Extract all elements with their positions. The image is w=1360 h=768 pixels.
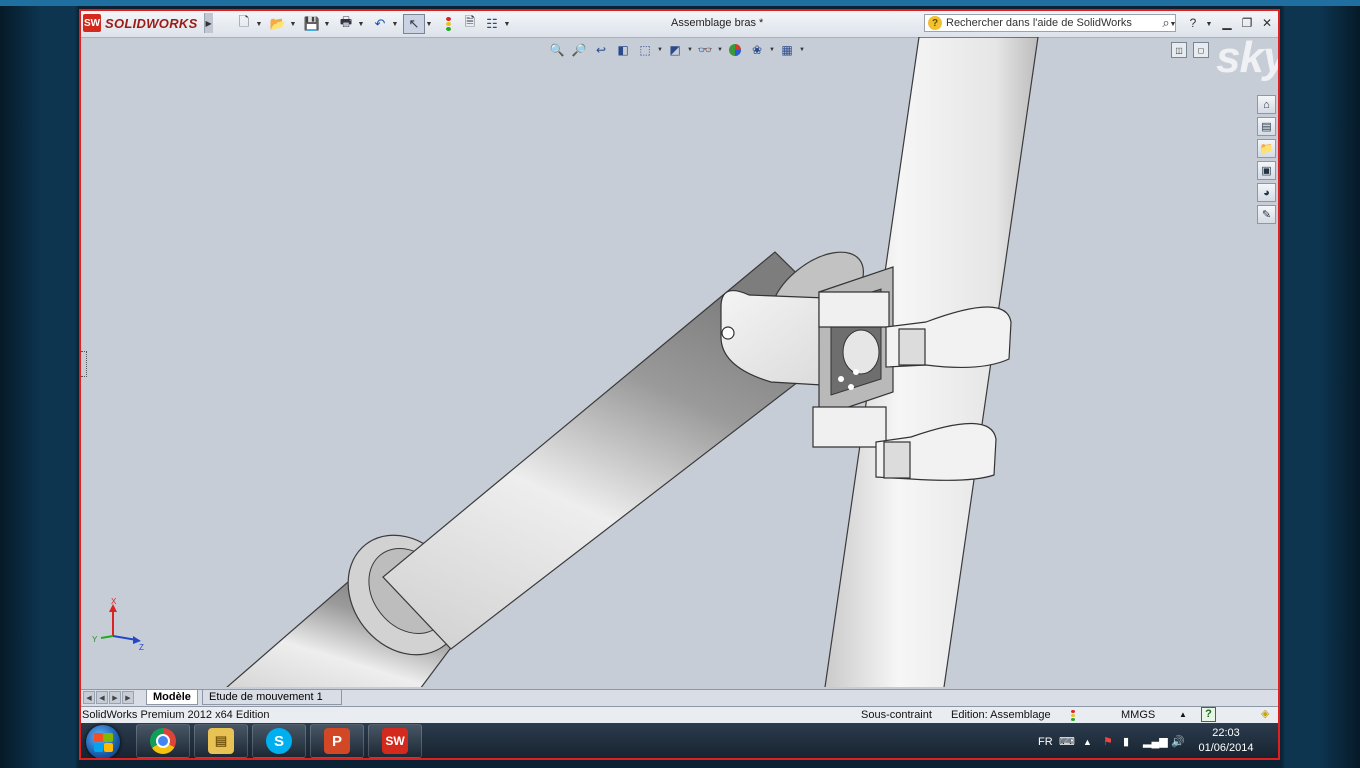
action-center-icon[interactable]: ⚑	[1103, 723, 1113, 758]
open-folder-icon[interactable]: 📂	[267, 14, 289, 34]
keyboard-icon[interactable]: ⌨	[1059, 723, 1075, 758]
solidworks-taskbar-icon: SW	[382, 728, 408, 754]
windows-start-button[interactable]	[86, 725, 120, 758]
network-signal-icon[interactable]: ▂▄▆	[1143, 723, 1168, 758]
close-icon[interactable]: ✕	[1258, 14, 1276, 32]
rebuild-status-icon[interactable]	[1068, 708, 1078, 722]
menu-expand-arrow[interactable]: ▶	[203, 13, 213, 33]
tab-next-icon[interactable]: ▶	[109, 691, 121, 704]
triad-x-label: X	[111, 597, 117, 606]
new-document-icon[interactable]: 🗋	[233, 14, 255, 34]
taskbar-chrome[interactable]	[136, 724, 190, 758]
triad-z-label: Z	[139, 643, 144, 652]
skype-watermark: skypeTM	[1216, 33, 1278, 83]
print-icon[interactable]: 🖶	[335, 14, 357, 34]
product-version: SolidWorks Premium 2012 x64 Edition	[82, 709, 270, 721]
select-dropdown-arrow[interactable]: ▼	[425, 14, 433, 34]
windows-taskbar: ▤ S P SW FR ⌨ ▲ ⚑ ▮ ▂▄▆ 🔊 22:03 01/06/20…	[81, 723, 1278, 758]
tab-motion-study[interactable]: Etude de mouvement 1	[202, 690, 342, 705]
tab-first-icon[interactable]: ◀	[83, 691, 95, 704]
custom-properties-icon[interactable]: ✎	[1257, 205, 1276, 224]
language-indicator[interactable]: FR	[1038, 723, 1053, 758]
taskbar-powerpoint[interactable]: P	[310, 724, 364, 758]
status-bar: SolidWorks Premium 2012 x64 Edition Sous…	[81, 707, 1278, 723]
file-properties-icon[interactable]: 🗎	[459, 14, 481, 34]
solidworks-logo-icon: SW	[83, 14, 101, 32]
search-dropdown-arrow[interactable]: ▼	[1169, 14, 1177, 34]
home-icon[interactable]: ⌂	[1257, 95, 1276, 114]
clock-date: 01/06/2014	[1198, 742, 1254, 754]
taskbar-solidworks[interactable]: SW	[368, 724, 422, 758]
view-palette-icon[interactable]: ▣	[1257, 161, 1276, 180]
skype-icon: S	[266, 728, 292, 754]
constraint-status: Sous-contraint	[861, 709, 932, 721]
search-input[interactable]: Rechercher dans l'aide de SolidWorks	[946, 17, 1157, 29]
show-hidden-icons[interactable]: ▲	[1083, 723, 1092, 758]
file-explorer-icon[interactable]: 📁	[1257, 139, 1276, 158]
clock-time: 22:03	[1212, 727, 1240, 739]
bracket-block[interactable]	[812, 266, 894, 448]
editing-mode: Edition: Assemblage	[951, 709, 1051, 721]
save-icon[interactable]: 💾	[301, 14, 323, 34]
status-help-icon[interactable]: ?	[1201, 707, 1216, 722]
skype-watermark-text: skype	[1216, 33, 1278, 82]
triad-y-label: Y	[92, 635, 98, 644]
undo-icon[interactable]: ↶	[369, 14, 391, 34]
tab-last-icon[interactable]: ▶	[122, 691, 134, 704]
units-dropdown-arrow[interactable]: ▲	[1179, 710, 1187, 719]
undo-dropdown-arrow[interactable]: ▼	[391, 14, 399, 34]
tag-icon[interactable]: ◈	[1261, 707, 1269, 720]
model-tab-bar: ◀ ◀ ▶ ▶ Modèle Etude de mouvement 1	[81, 689, 1278, 707]
feature-manager-handle[interactable]	[81, 351, 87, 377]
save-dropdown-arrow[interactable]: ▼	[323, 14, 331, 34]
solidworks-logo[interactable]: SW SOLIDWORKS ▶	[83, 13, 213, 33]
document-title: Assemblage bras *	[671, 17, 764, 29]
task-pane-tabs: ⌂ ▤ 📁 ▣ ◕ ✎	[1257, 95, 1277, 224]
select-pointer-icon[interactable]: ↖	[403, 14, 425, 34]
app-logo-text: SOLIDWORKS	[105, 15, 198, 31]
tab-model[interactable]: Modèle	[146, 690, 198, 705]
battery-icon[interactable]: ▮	[1123, 723, 1129, 758]
help-dropdown-arrow[interactable]: ▼	[1205, 14, 1213, 34]
powerpoint-icon: P	[324, 728, 350, 754]
model-viewport[interactable]	[81, 37, 1278, 687]
print-dropdown-arrow[interactable]: ▼	[357, 14, 365, 34]
tab-prev-icon[interactable]: ◀	[96, 691, 108, 704]
chrome-icon	[150, 728, 176, 754]
desktop: SW SOLIDWORKS ▶ 🗋 ▼ 📂 ▼ 💾 ▼ 🖶 ▼ ↶ ▼ ↖ ▼ …	[0, 0, 1360, 768]
new-dropdown-arrow[interactable]: ▼	[255, 14, 263, 34]
solidworks-window: SW SOLIDWORKS ▶ 🗋 ▼ 📂 ▼ 💾 ▼ 🖶 ▼ ↶ ▼ ↖ ▼ …	[79, 9, 1280, 760]
taskbar-skype[interactable]: S	[252, 724, 306, 758]
rebuild-traffic-light-icon[interactable]	[437, 14, 459, 34]
minimize-icon[interactable]: ▁	[1218, 14, 1236, 32]
reference-triad: X Y Z	[92, 597, 144, 652]
taskbar-file-explorer[interactable]: ▤	[194, 724, 248, 758]
help-icon[interactable]: ?	[1184, 14, 1202, 32]
design-library-icon[interactable]: ▤	[1257, 117, 1276, 136]
folder-icon: ▤	[208, 728, 234, 754]
volume-icon[interactable]: 🔊	[1171, 723, 1185, 758]
options-icon[interactable]: ☷	[481, 14, 503, 34]
help-question-icon: ?	[928, 16, 942, 30]
unit-system[interactable]: MMGS	[1121, 709, 1155, 721]
restore-icon[interactable]: ❐	[1238, 14, 1256, 32]
help-search-box[interactable]: ? Rechercher dans l'aide de SolidWorks ⌕	[924, 14, 1176, 32]
open-dropdown-arrow[interactable]: ▼	[289, 14, 297, 34]
title-bar: SW SOLIDWORKS ▶ 🗋 ▼ 📂 ▼ 💾 ▼ 🖶 ▼ ↶ ▼ ↖ ▼ …	[81, 11, 1278, 38]
options-dropdown-arrow[interactable]: ▼	[503, 14, 511, 34]
taskbar-clock[interactable]: 22:03 01/06/2014	[1191, 726, 1261, 756]
appearances-icon[interactable]: ◕	[1257, 183, 1276, 202]
